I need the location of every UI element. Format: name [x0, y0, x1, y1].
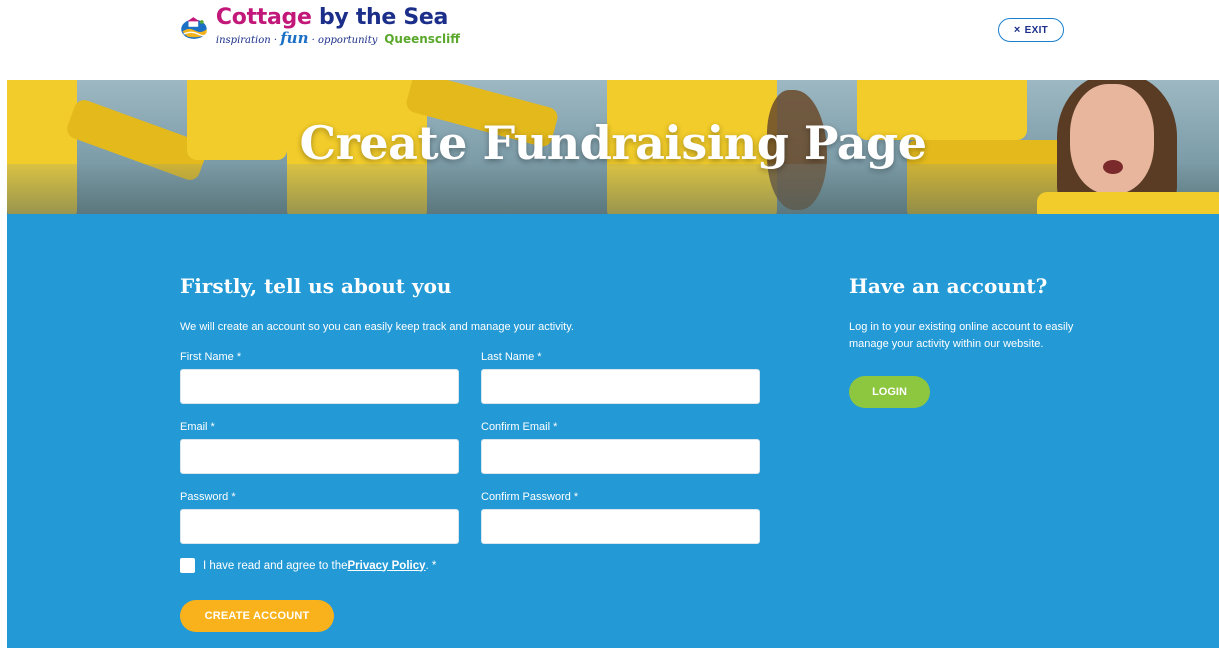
page-title: Create Fundraising Page: [299, 116, 927, 170]
site-logo[interactable]: Cottage by the Sea inspiration · fun · o…: [180, 6, 460, 52]
logo-place: Queenscliff: [384, 32, 460, 46]
confirm-password-input[interactable]: [481, 509, 760, 544]
confirm-email-label: Confirm Email *: [481, 421, 558, 433]
exit-button[interactable]: × EXIT: [998, 18, 1064, 42]
first-name-label: First Name *: [180, 351, 242, 363]
password-label: Password *: [180, 491, 236, 503]
account-text: Log in to your existing online account t…: [849, 321, 1074, 350]
logo-tagline-1: inspiration ·: [215, 35, 281, 46]
account-heading: Have an account?: [849, 274, 1048, 298]
last-name-input[interactable]: [481, 369, 760, 404]
logo-tagline-fun: fun: [280, 29, 309, 47]
create-account-button[interactable]: CREATE ACCOUNT: [180, 600, 334, 632]
cottage-emblem-icon: [181, 17, 208, 39]
exit-button-label: EXIT: [1024, 24, 1049, 36]
privacy-checkbox[interactable]: [180, 558, 195, 573]
close-icon: ×: [1013, 24, 1021, 36]
email-label: Email *: [180, 421, 215, 433]
confirm-password-label: Confirm Password *: [481, 491, 579, 503]
logo-title-by-the-sea: by the Sea: [318, 5, 449, 30]
password-input[interactable]: [180, 509, 459, 544]
first-name-input[interactable]: [180, 369, 459, 404]
form-heading: Firstly, tell us about you: [180, 274, 452, 298]
login-button[interactable]: LOGIN: [849, 376, 930, 408]
logo-title-cottage: Cottage: [215, 5, 312, 30]
hero-photo-figure: [1037, 192, 1219, 214]
privacy-text: I have read and agree to the: [203, 559, 348, 572]
privacy-required-mark: . *: [425, 559, 437, 572]
hero-banner: Create Fundraising Page: [7, 80, 1219, 214]
main-section: Firstly, tell us about you We will creat…: [7, 214, 1219, 648]
confirm-email-input[interactable]: [481, 439, 760, 474]
email-input[interactable]: [180, 439, 459, 474]
logo-tagline-2: · opportunity: [308, 35, 378, 46]
site-header: Cottage by the Sea inspiration · fun · o…: [0, 0, 1219, 80]
form-intro: We will create an account so you can eas…: [180, 321, 574, 333]
last-name-label: Last Name *: [481, 351, 542, 363]
privacy-agreement: I have read and agree to the Privacy Pol…: [180, 558, 436, 573]
privacy-policy-link[interactable]: Privacy Policy: [348, 560, 426, 572]
